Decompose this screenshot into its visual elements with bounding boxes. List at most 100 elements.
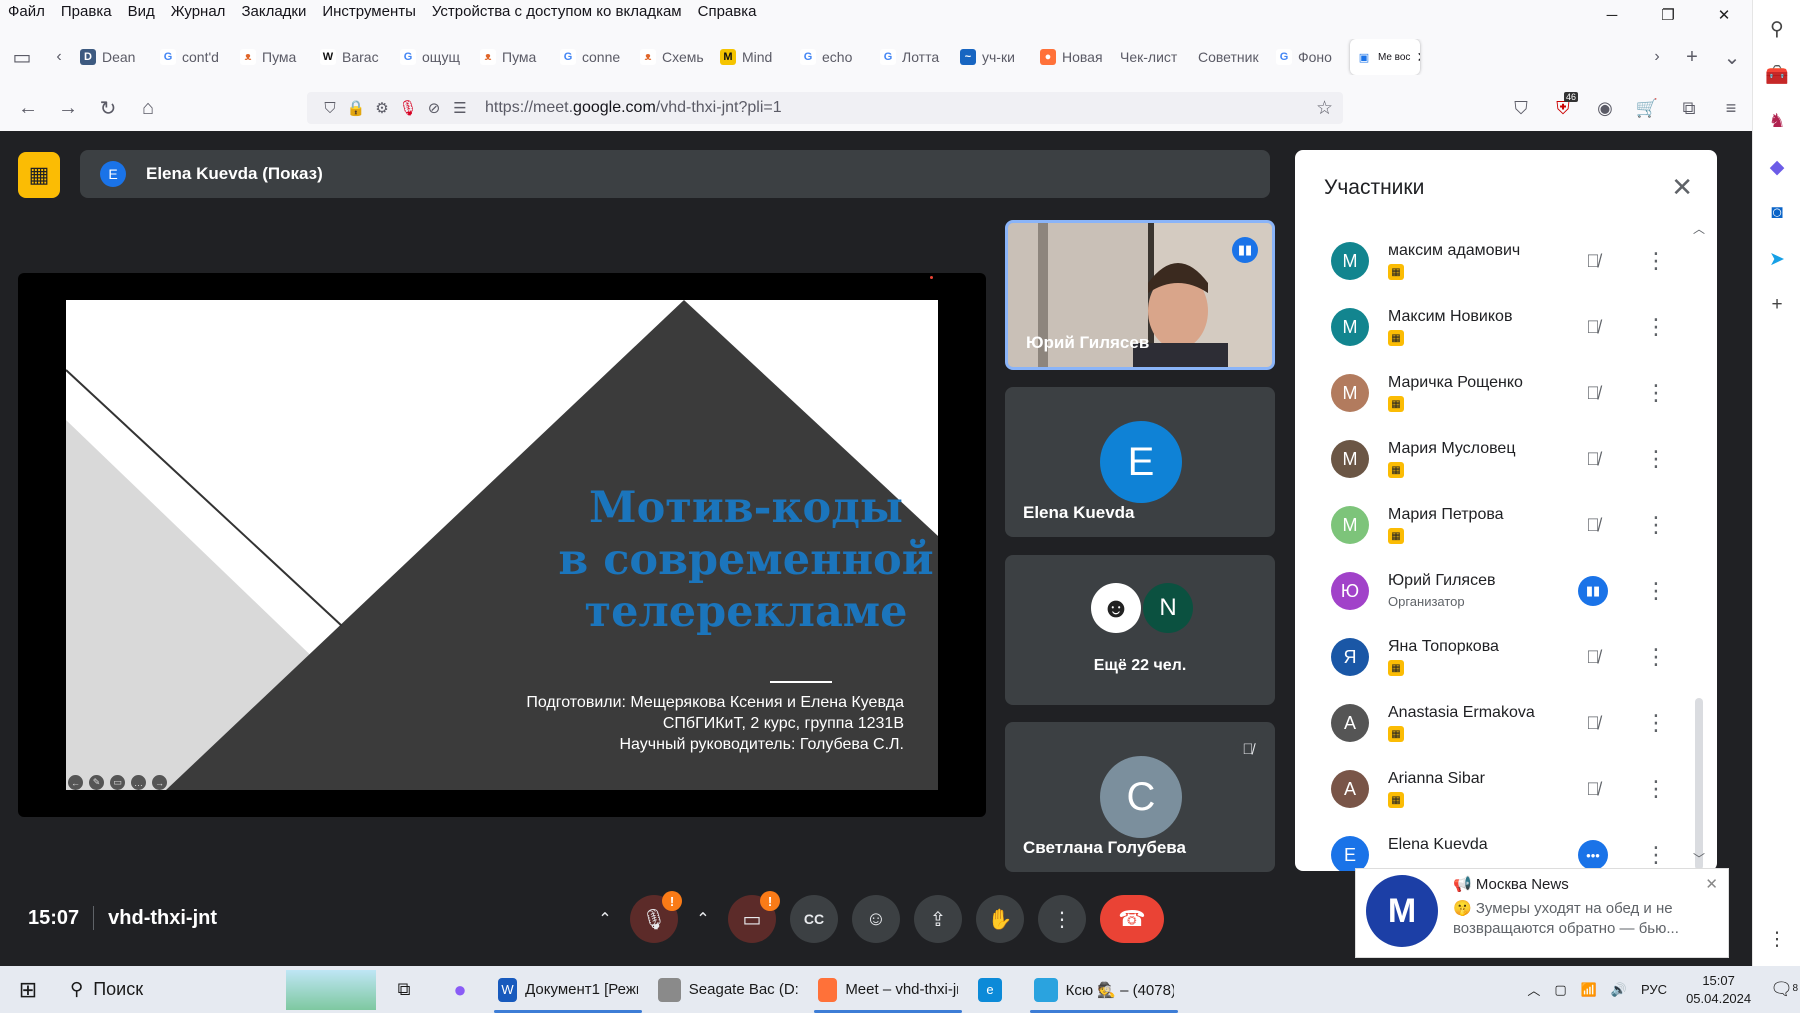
browser-tab[interactable]: ● Новая	[1034, 39, 1114, 75]
tab-overflow-icon[interactable]: ⌄	[1712, 39, 1752, 75]
browser-tab[interactable]: G Фоно	[1270, 39, 1350, 75]
participant-more-icon[interactable]: ⋮	[1645, 444, 1667, 474]
scroll-down-icon[interactable]: ﹀	[1693, 850, 1705, 867]
forward-button[interactable]: →	[48, 90, 88, 126]
tray-chevron-icon[interactable]: ︿	[1520, 980, 1547, 999]
tray-app-icon[interactable]: ▢	[1547, 982, 1573, 998]
leave-call-button[interactable]: ☎	[1100, 895, 1164, 943]
close-icon[interactable]: ✕	[1671, 172, 1693, 203]
browser-tab[interactable]: M Mind	[714, 39, 794, 75]
more-horizontal-icon[interactable]: •••	[1578, 840, 1608, 870]
video-options-chevron-icon[interactable]: ⌃	[692, 909, 714, 929]
participant-more-icon[interactable]: ⋮	[1645, 246, 1667, 276]
back-button[interactable]: ←	[8, 90, 48, 126]
maximize-button[interactable]: ❐	[1640, 0, 1696, 30]
volume-icon[interactable]: 🔊	[1604, 982, 1634, 998]
toolbox-icon[interactable]: 🧰	[1753, 52, 1800, 98]
browser-tab[interactable]: Gcont'd	[154, 39, 234, 75]
participant-more-icon[interactable]: ⋮	[1645, 378, 1667, 408]
bookmark-star-icon[interactable]: ☆	[1316, 97, 1333, 120]
menu-item[interactable]: Правка	[53, 0, 120, 24]
browser-tab[interactable]: Gconne	[554, 39, 634, 75]
home-button[interactable]: ⌂	[128, 90, 168, 126]
new-tab-button[interactable]: +	[1672, 39, 1712, 75]
browser-tab[interactable]: W Barac	[314, 39, 394, 75]
emoji-button[interactable]: ☺	[852, 895, 900, 943]
taskbar-app[interactable]: Meet – vhd-thxi-jnt ...	[808, 966, 968, 1013]
address-bar[interactable]: ⛉ 🔒 ⚙ 🎙 ⊘ ☰ https://meet.google.com/vhd-…	[307, 92, 1343, 124]
browser-tab[interactable]: ~ уч-ки	[954, 39, 1034, 75]
outlook-icon[interactable]: ◙	[1753, 190, 1800, 236]
extensions-icon[interactable]: ⧉	[1668, 98, 1710, 119]
participant-more-icon[interactable]: ⋮	[1645, 576, 1667, 606]
add-icon[interactable]: +	[1753, 282, 1800, 328]
slide-pen-icon[interactable]: ✎	[89, 775, 104, 790]
browser-tab[interactable]: G Лотта	[874, 39, 954, 75]
close-icon[interactable]: ✕	[1705, 875, 1718, 893]
video-tile-elena[interactable]: E Elena Kuevda	[1005, 387, 1275, 537]
close-tab-icon[interactable]: ✕	[1416, 49, 1420, 66]
menu-item[interactable]: Устройства с доступом ко вкладкам	[424, 0, 690, 24]
presentation-icon[interactable]: ▦	[18, 152, 60, 198]
notification-center-icon[interactable]: 🗨 8	[1763, 979, 1800, 1000]
microphone-icon[interactable]: 🎙	[395, 99, 421, 117]
clock[interactable]: 15:07 05.04.2024	[1674, 972, 1763, 1008]
participant-row[interactable]: Ю Юрий Гилясев Организатор ▮▮ ⋮	[1295, 558, 1685, 624]
browser-tab[interactable]: Gощущ	[394, 39, 474, 75]
participant-row[interactable]: М Мария Мусловец ▦ 🎙̸ ⋮	[1295, 426, 1685, 492]
menu-icon[interactable]: ≡	[1710, 98, 1752, 119]
menu-item[interactable]: Вид	[120, 0, 163, 24]
participant-row[interactable]: Ммаксим адамович ▦ 🎙̸ ⋮	[1295, 228, 1685, 294]
reader-view-icon[interactable]: ☰	[447, 99, 473, 117]
send-icon[interactable]: ➤	[1753, 236, 1800, 282]
extension-badge-icon[interactable]: ⛨ 46	[1542, 91, 1584, 119]
menu-item[interactable]: Инструменты	[314, 0, 424, 24]
chess-icon[interactable]: ♞	[1753, 98, 1800, 144]
participant-row[interactable]: E Elena Kuevda ••• ⋮	[1295, 822, 1685, 871]
browser-tab[interactable]: ᴥ Пума	[474, 39, 554, 75]
browser-tab[interactable]: ᴥ Схемь	[634, 39, 714, 75]
taskbar-app[interactable]: e	[968, 966, 1024, 1013]
menu-item[interactable]: Файл	[0, 0, 53, 24]
copilot-icon[interactable]: ◆	[1753, 144, 1800, 190]
video-tile-svetlana[interactable]: 🎙̸ C Светлана Голубева	[1005, 722, 1275, 872]
network-icon[interactable]: 📶	[1574, 982, 1604, 998]
minimize-button[interactable]: ─	[1584, 0, 1640, 30]
audio-options-chevron-icon[interactable]: ⌃	[594, 909, 616, 929]
browser-tab[interactable]: D Dean	[74, 39, 154, 75]
cart-icon[interactable]: 🛒	[1626, 98, 1668, 119]
participant-more-icon[interactable]: ⋮	[1645, 642, 1667, 672]
menu-item[interactable]: Справка	[690, 0, 765, 24]
more-options-button[interactable]: ⋮	[1038, 895, 1086, 943]
taskbar-app[interactable]: Ксю 🕵️ – (4078)	[1024, 966, 1184, 1013]
slide-captions-icon[interactable]: ▭	[110, 775, 125, 790]
taskbar-search[interactable]: ⚲ Поиск	[56, 966, 376, 1013]
captions-button[interactable]: CC	[790, 895, 838, 943]
mic-off-icon[interactable]: 🎙̸	[1578, 444, 1608, 474]
menu-item[interactable]: Закладки	[233, 0, 314, 24]
participant-more-icon[interactable]: ⋮	[1645, 840, 1667, 870]
participant-row[interactable]: Я Яна Топоркова ▦ 🎙̸ ⋮	[1295, 624, 1685, 690]
close-window-button[interactable]: ✕	[1696, 0, 1752, 30]
task-view-icon[interactable]: ⧉	[376, 966, 432, 1013]
camera-toggle-button[interactable]: ▭	[728, 891, 780, 943]
participant-more-icon[interactable]: ⋮	[1645, 312, 1667, 342]
slide-more-icon[interactable]: …	[131, 775, 146, 790]
participant-more-icon[interactable]: ⋮	[1645, 510, 1667, 540]
permissions-icon[interactable]: ⚙	[369, 99, 395, 117]
windows-start-icon[interactable]: ⊞	[0, 966, 56, 1013]
assistant-icon[interactable]: ●	[432, 966, 488, 1013]
meeting-code[interactable]: vhd-thxi-jnt	[108, 907, 217, 930]
tab-list-icon[interactable]: ▭	[0, 39, 44, 75]
present-button[interactable]: ⇪	[914, 895, 962, 943]
browser-tab[interactable]: ▣ Me вос ✕	[1350, 39, 1420, 75]
participant-row[interactable]: A Anastasia Ermakova ▦ 🎙̸ ⋮	[1295, 690, 1685, 756]
browser-tab[interactable]: Советник	[1192, 39, 1270, 75]
more-vertical-icon[interactable]: ⋮	[1753, 916, 1800, 962]
pocket-icon[interactable]: ⛉	[1500, 98, 1542, 119]
taskbar-app[interactable]: W Документ1 [Режим...	[488, 966, 648, 1013]
mic-off-icon[interactable]: 🎙̸	[1578, 642, 1608, 672]
shield-icon[interactable]: ⛉	[317, 100, 343, 117]
lock-icon[interactable]: 🔒	[343, 99, 369, 117]
scrollbar[interactable]: ︿ ﹀	[1693, 220, 1705, 870]
